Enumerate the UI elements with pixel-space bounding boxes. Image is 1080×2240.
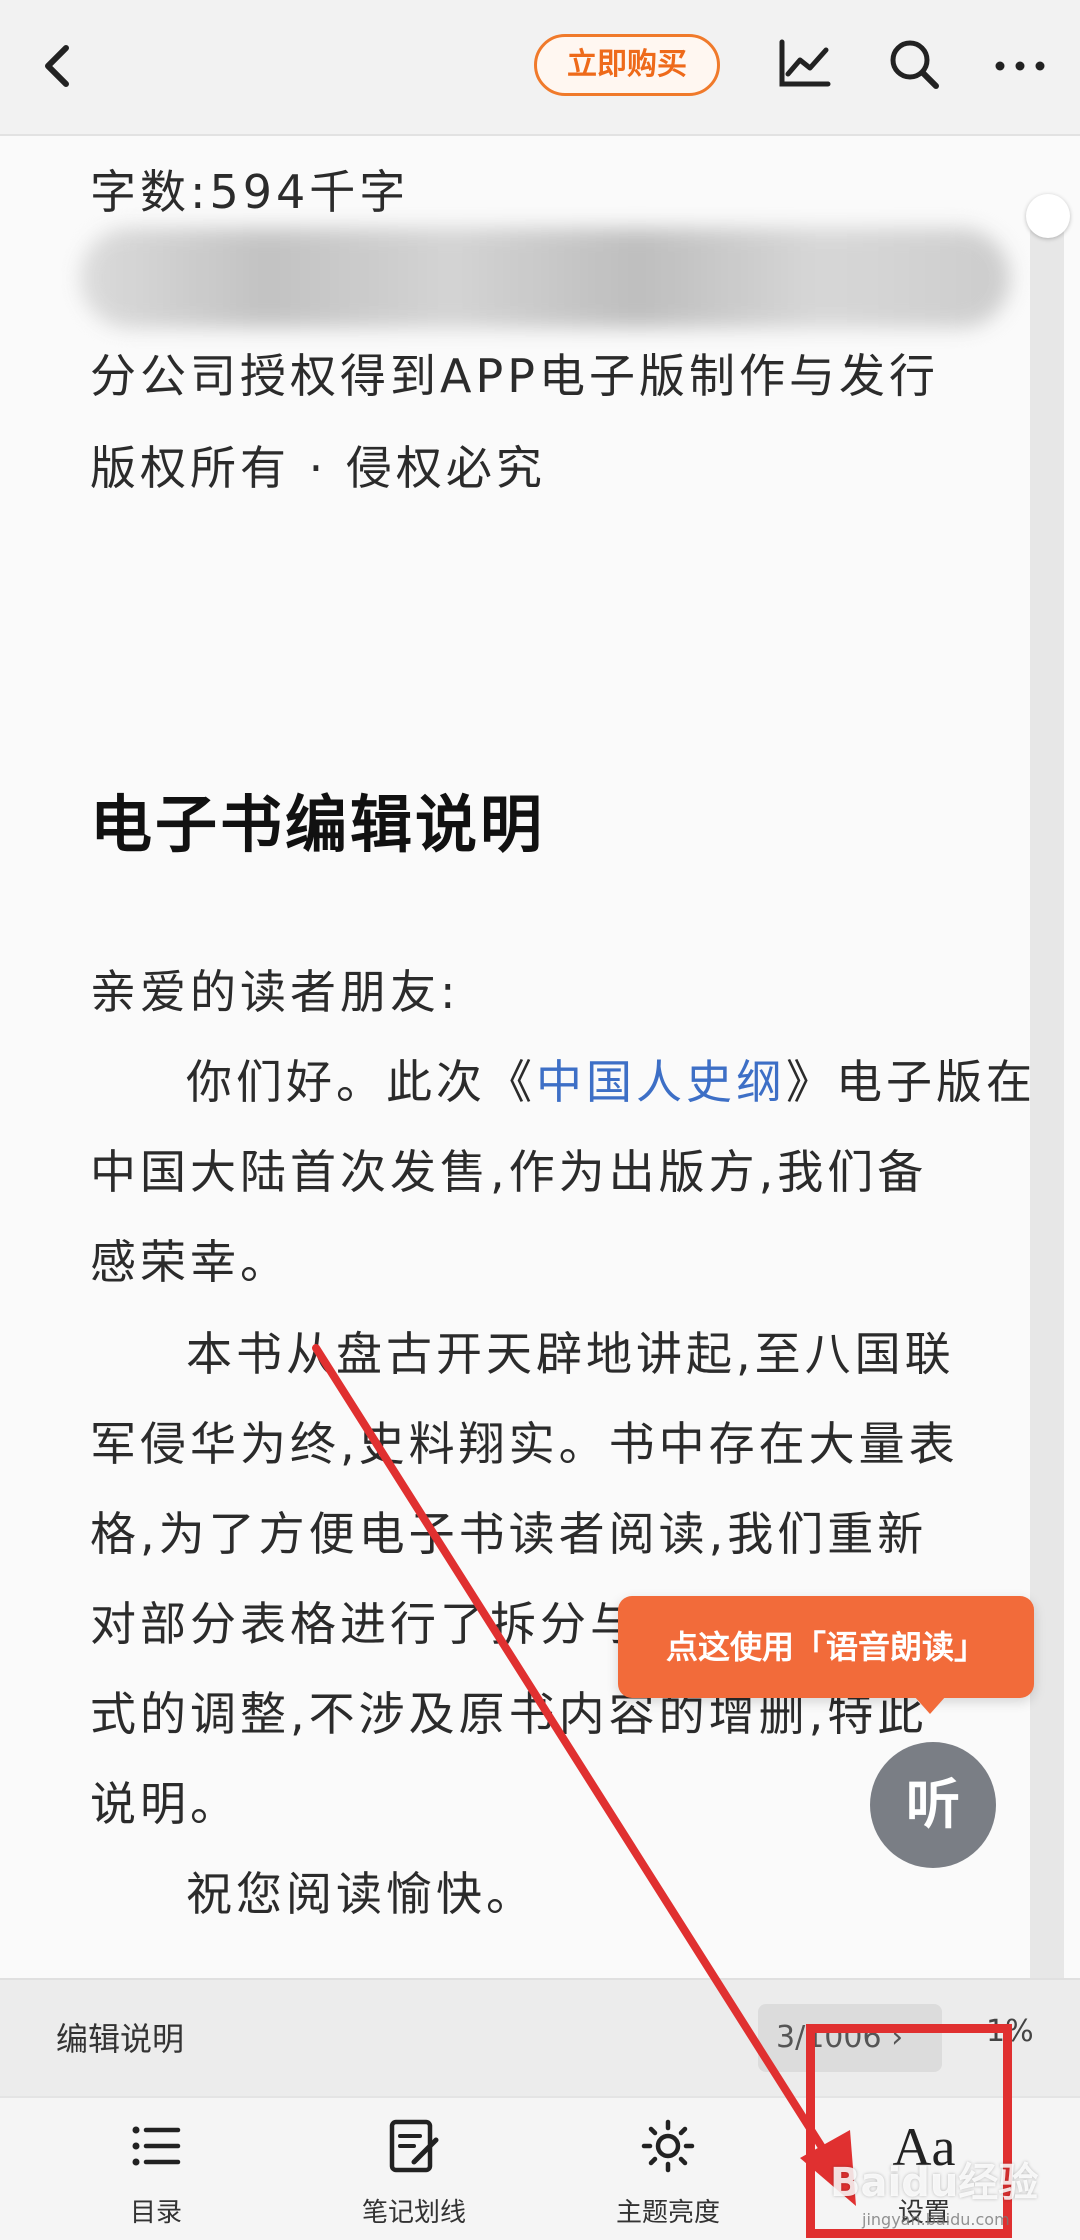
trend-button[interactable] (772, 32, 836, 96)
back-button[interactable] (30, 28, 90, 104)
copyright-line: 分公司授权得到APP电子版制作与发行 (90, 349, 939, 403)
nav-label: 目录 (129, 2198, 182, 2228)
nav-notes[interactable]: 笔记划线 (314, 2098, 514, 2240)
book-title-link[interactable]: 中国人史纲 (536, 1055, 786, 1109)
paragraph-line: 本书从盘古开天辟地讲起,至八国联 (186, 1327, 955, 1381)
brightness-icon (641, 2119, 695, 2173)
scrollbar-thumb[interactable] (1026, 194, 1070, 238)
paragraph-line: 格,为了方便电子书读者阅读,我们重新 (90, 1507, 928, 1561)
nav-label: 笔记划线 (361, 2198, 466, 2228)
text-segment: 》电子版在 (786, 1055, 1036, 1109)
more-horizontal-icon (995, 61, 1045, 71)
nav-label: 主题亮度 (615, 2198, 720, 2228)
paragraph-line: 你们好。此次《中国人史纲》电子版在 (186, 1046, 1080, 1112)
scrollbar-track[interactable] (1030, 216, 1064, 2026)
copyright-notice: 版权所有 · 侵权必究 (90, 441, 546, 495)
buy-now-button[interactable]: 立即购买 (534, 34, 720, 96)
note-edit-icon (389, 2119, 439, 2173)
more-button[interactable] (988, 32, 1052, 96)
paragraph-line: 感荣幸。 (90, 1235, 290, 1289)
greeting: 亲爱的读者朋友: (90, 965, 460, 1019)
list-icon (132, 2126, 181, 2166)
paragraph-line: 军侵华为终,史料翔实。书中存在大量表 (90, 1417, 959, 1471)
listen-button[interactable]: 听 (870, 1742, 996, 1868)
listen-tooltip[interactable]: 点这使用「语音朗读」 (618, 1596, 1034, 1698)
top-bar: 立即购买 (0, 0, 1080, 136)
search-icon (890, 40, 939, 89)
watermark-url: jingyan.baidu.com (862, 2210, 1010, 2229)
text-segment: 你们好。此次《 (186, 1055, 536, 1109)
trend-chart-icon (779, 39, 831, 87)
paragraph-line: 中国大陆首次发售,作为出版方,我们备 (90, 1145, 928, 1199)
blurred-text (80, 228, 1010, 328)
closing-line: 祝您阅读愉快。 (186, 1867, 536, 1921)
watermark-logo: Baidu经验 (830, 2160, 1039, 2206)
paragraph-line: 说明。 (90, 1777, 240, 1831)
search-button[interactable] (882, 32, 946, 96)
section-title: 电子书编辑说明 (90, 788, 546, 861)
nav-toc[interactable]: 目录 (56, 2098, 256, 2240)
chapter-name: 编辑说明 (56, 2020, 185, 2058)
tooltip-arrow (914, 1696, 946, 1714)
nav-theme[interactable]: 主题亮度 (568, 2098, 768, 2240)
word-count: 字数:594千字 (90, 165, 410, 219)
chevron-left-icon (45, 45, 69, 87)
